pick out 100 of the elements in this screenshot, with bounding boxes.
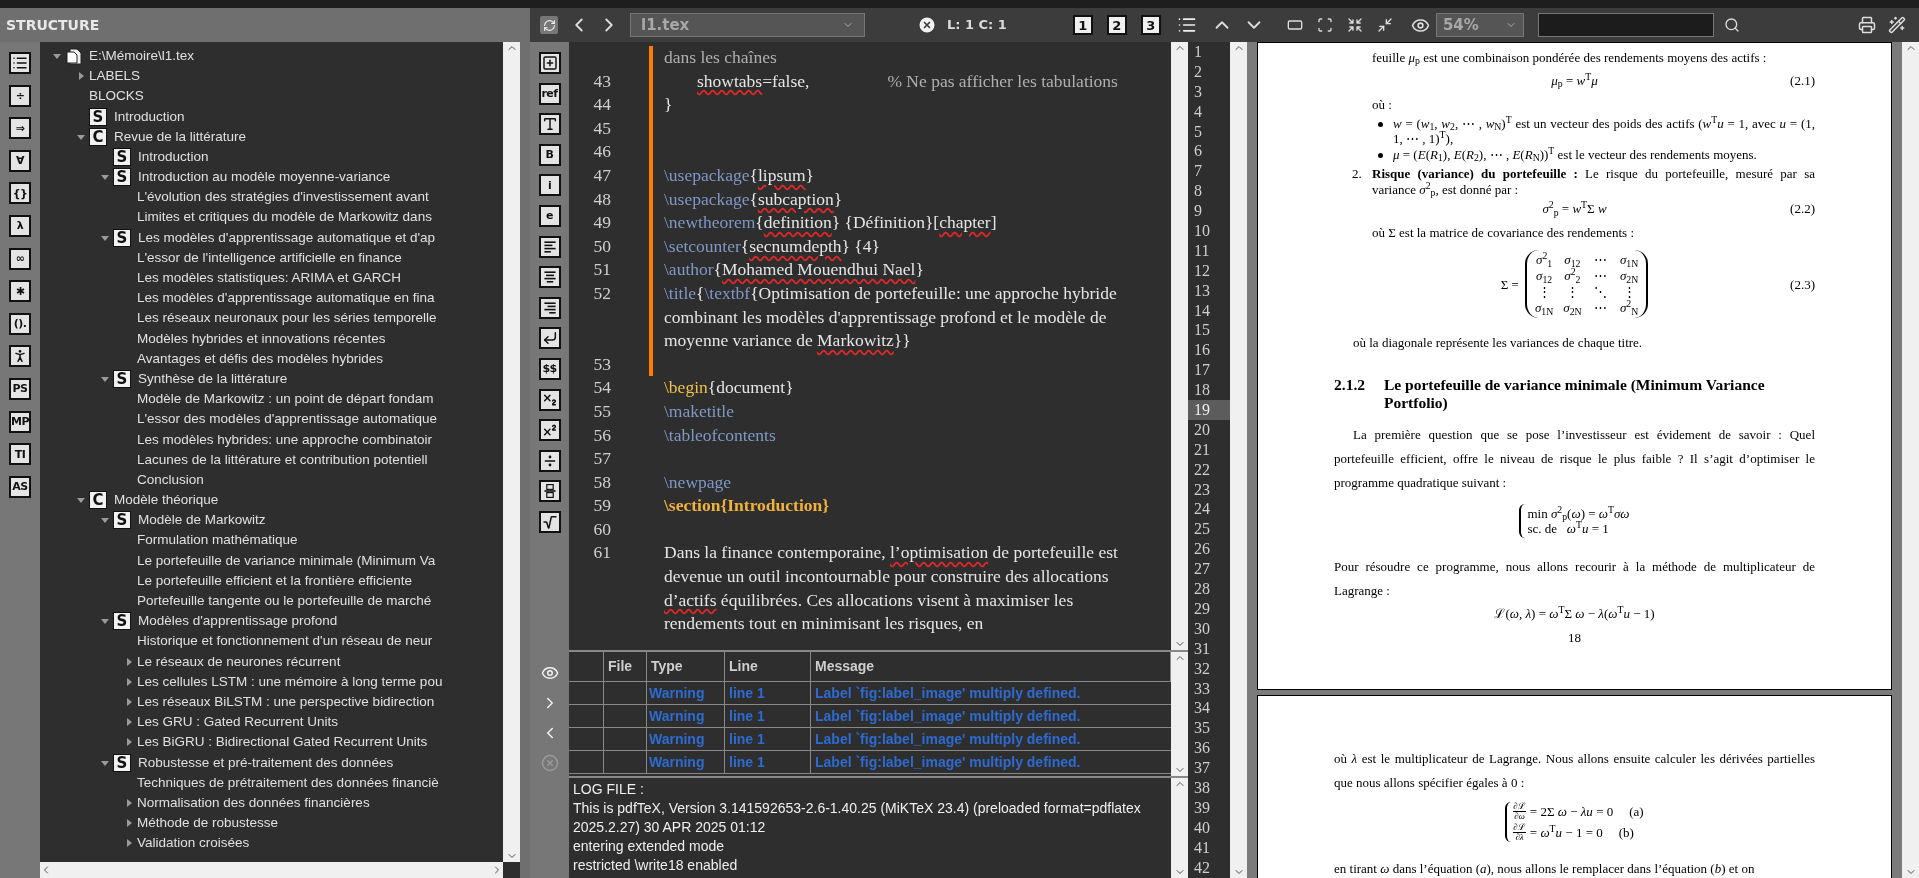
view-button[interactable]: 3 [1140,15,1161,35]
tree-item[interactable]: Les GRU : Gated Recurrent Units [137,712,339,733]
wand-icon[interactable] [1887,16,1906,34]
search-icon[interactable] [1723,17,1740,33]
tree-item[interactable]: Formulation mathématique [137,530,298,551]
close-icon[interactable] [917,15,937,35]
line-marker[interactable]: 35 [1188,718,1230,739]
tool-button[interactable]: ∀ [9,149,31,172]
tree-item[interactable]: Robustesse et pré-traitement des données [138,752,394,773]
tool-button[interactable]: i [538,174,561,197]
tool-button[interactable] [538,388,561,411]
line-marker[interactable]: 20 [1188,419,1230,440]
tool-button[interactable] [9,52,31,74]
tool-button[interactable] [538,419,561,442]
tool-button[interactable] [538,235,561,258]
tree-item[interactable]: Les cellules LSTM : une mémoire à long terme pou [137,671,443,693]
tree-item[interactable]: BLOCKS [89,86,144,107]
tree-item[interactable]: Les BiGRU : Bidirectional Gated Recurrent Units [137,732,428,753]
search-field[interactable] [1537,13,1714,37]
tool-button[interactable]: ✱ [9,280,31,303]
line-marker[interactable]: 2 [1188,61,1230,82]
line-marker[interactable]: 9 [1188,201,1230,221]
tree-item[interactable]: Les réseaux BiLSTM : une perspective bidirection [137,691,435,713]
tree-item[interactable]: Modèle de Markowitz [138,510,266,531]
line-marker[interactable]: 41 [1188,837,1230,858]
tree-item[interactable]: L'essor de l'intelligence artificielle en finance [137,247,402,269]
tool-button[interactable] [538,510,561,533]
tool-button[interactable] [538,266,561,289]
fit-width-icon[interactable] [1286,17,1303,33]
tool-button[interactable]: MP [9,410,31,433]
tool-button[interactable] [538,327,561,350]
line-marker[interactable]: 7 [1188,161,1230,182]
line-marker[interactable]: 30 [1188,618,1230,639]
caret-down-icon[interactable] [76,132,85,141]
caret-down-icon[interactable] [52,52,61,61]
column-header[interactable]: File [604,652,647,681]
tool-button[interactable] [538,449,561,472]
caret-down-icon[interactable] [100,173,109,182]
tool-button[interactable]: TI [9,443,31,466]
tree-item[interactable]: Les modèles statistiques: ARIMA et GARCH [137,268,402,289]
tree-item[interactable]: LABELS [89,66,141,87]
tree-item[interactable]: Modèles hybrides et innovations récentes [137,328,386,349]
line-marker[interactable]: 31 [1188,638,1230,659]
line-marker[interactable]: 15 [1188,320,1230,341]
tool-button[interactable]: e [538,204,561,227]
caret-down-icon[interactable] [100,516,109,525]
column-header[interactable]: Type [647,652,725,681]
line-marker[interactable]: 34 [1188,698,1230,719]
tree-item[interactable]: Techniques de prétraitement des données financiè [137,772,439,793]
tool-button[interactable] [538,52,561,74]
tool-button[interactable]: PS [9,377,31,400]
tree-item[interactable]: Validation croisées [137,833,250,854]
tree-item[interactable]: Le réseaux de neurones récurrent [137,651,341,672]
caret-right-icon[interactable] [124,839,133,848]
tool-button[interactable]: {} [9,182,31,205]
tree-item[interactable]: Modèle de Markowitz : un point de départ fondam [137,389,434,410]
tree-item[interactable]: Historique et fonctionnement d'un réseau de neur [137,631,433,652]
tool-button[interactable]: λ [9,214,31,237]
line-marker[interactable]: 3 [1188,81,1230,102]
line-marker[interactable]: 13 [1188,280,1230,301]
eye-icon[interactable] [540,664,559,682]
tool-button[interactable]: ÷ [9,84,31,107]
line-marker[interactable]: 18 [1188,380,1230,401]
line-marker[interactable]: 8 [1188,181,1230,202]
tool-button[interactable]: ⇒ [9,117,31,140]
line-marker[interactable]: 6 [1188,141,1230,162]
tool-button[interactable]: B [538,143,561,166]
tool-button[interactable] [538,296,561,319]
caret-right-icon[interactable] [124,738,133,747]
line-marker[interactable]: 5 [1188,121,1230,142]
list-icon[interactable] [1176,15,1197,35]
line-marker[interactable]: 37 [1188,758,1230,778]
caret-down-icon[interactable] [76,496,85,505]
tree-item[interactable]: Introduction [138,146,209,168]
line-marker[interactable]: 26 [1188,539,1230,560]
tree-item[interactable]: Les réseaux neuronaux pour les séries temporelle [137,308,437,329]
column-header[interactable]: Line [725,652,811,681]
caret-down-icon[interactable] [100,375,109,384]
line-marker[interactable]: 42 [1188,857,1230,878]
line-marker[interactable]: 10 [1188,221,1230,241]
line-marker[interactable]: 29 [1188,598,1230,619]
tree-item[interactable]: Synthèse de la littérature [138,368,288,390]
tool-button[interactable]: (). [9,312,31,335]
tree-item[interactable]: Introduction [114,106,185,127]
caret-down-icon[interactable] [100,233,109,242]
tree-item[interactable]: Les modèles d'apprentissage automatique en fina [137,288,435,309]
minimize-icon[interactable] [1376,17,1393,33]
line-marker[interactable]: 33 [1188,678,1230,699]
tree-item[interactable]: Normalisation des données financières [137,792,370,814]
scan-icon[interactable] [1316,17,1333,33]
line-marker[interactable]: 21 [1188,439,1230,460]
tree-item[interactable]: Portefeuille tangente ou le portefeuille de marché [137,591,432,612]
tree-item[interactable]: Méthode de robustesse [137,813,279,834]
caret-down-icon[interactable] [100,758,109,767]
tree-item[interactable]: L'évolution des stratégies d'investissement avant [137,187,429,208]
caret-down-icon[interactable] [100,617,109,626]
view-button[interactable]: 2 [1106,15,1127,35]
line-marker[interactable]: 36 [1188,738,1230,759]
line-marker[interactable]: 24 [1188,499,1230,520]
caret-right-icon[interactable] [124,819,133,828]
